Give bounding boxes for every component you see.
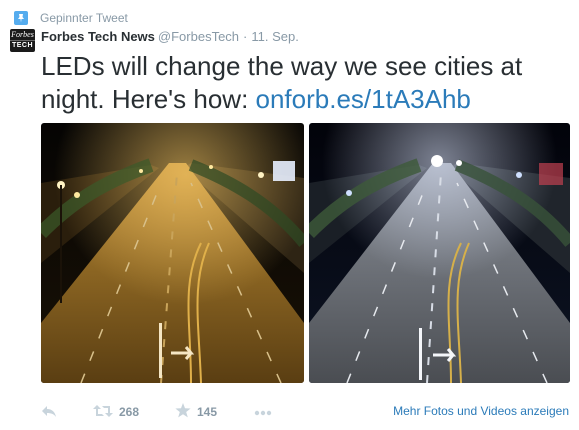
retweet-icon: [93, 404, 113, 421]
author-handle[interactable]: @ForbesTech: [158, 29, 239, 44]
retweet-count: 268: [119, 405, 140, 419]
tweet-text: LEDs will change the way we see cities a…: [41, 50, 561, 116]
pin-icon: [14, 11, 28, 25]
avatar-text-top: Forbes: [11, 30, 34, 39]
pinned-tweet-indicator: Gepinnter Tweet: [14, 10, 128, 26]
reply-icon: [41, 404, 57, 421]
pinned-label: Gepinnter Tweet: [40, 11, 128, 25]
tweet-date[interactable]: 11. Sep.: [251, 29, 298, 44]
favorite-button[interactable]: 145: [175, 402, 217, 422]
avatar[interactable]: Forbes TECH: [10, 29, 35, 52]
author-name[interactable]: Forbes Tech News: [41, 29, 155, 44]
retweet-button[interactable]: 268: [93, 402, 139, 422]
photo-led-street-night[interactable]: [309, 123, 570, 383]
favorite-count: 145: [197, 405, 218, 419]
more-icon: [254, 405, 272, 419]
tweet-actions: 268 145 Mehr Fotos und Videos anzeigen: [41, 402, 571, 422]
avatar-text-bottom: TECH: [10, 40, 35, 49]
photo-sodium-street-night[interactable]: [41, 123, 304, 383]
separator-dot: ·: [243, 29, 248, 44]
more-options-button[interactable]: [254, 402, 272, 422]
star-icon: [175, 403, 191, 421]
reply-button[interactable]: [41, 402, 57, 422]
tweet-link[interactable]: onforb.es/1tA3Ahb: [256, 84, 471, 114]
tweet-header: Forbes Tech News @ForbesTech · 11. Sep.: [41, 29, 299, 44]
more-media-link[interactable]: Mehr Fotos und Videos anzeigen: [393, 404, 569, 418]
